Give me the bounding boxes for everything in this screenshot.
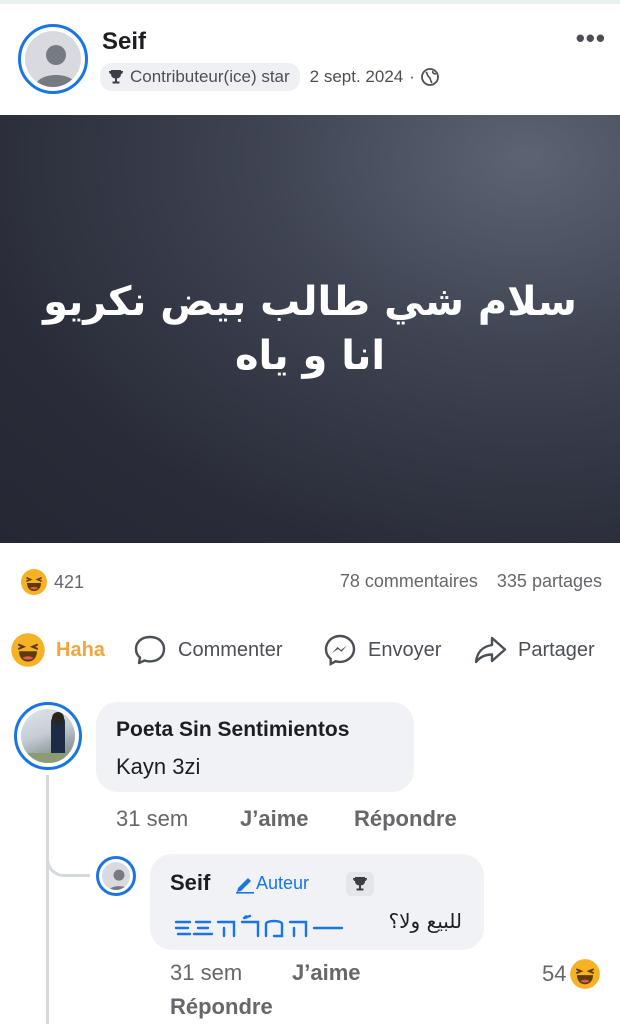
- commenter-avatar[interactable]: [14, 702, 82, 770]
- reply-reaction-count: 54: [542, 961, 567, 986]
- post-date[interactable]: 2 sept. 2024: [310, 67, 404, 87]
- haha-reaction-icon: [570, 959, 601, 989]
- author-avatar[interactable]: [18, 24, 88, 94]
- pencil-icon: [236, 877, 254, 894]
- globe-icon: [421, 68, 439, 86]
- share-arrow-icon: [472, 632, 508, 668]
- share-button[interactable]: Partager: [472, 628, 595, 672]
- comment-label: Commenter: [178, 638, 283, 661]
- haha-reaction-icon: [21, 569, 47, 595]
- reply-author-avatar[interactable]: [96, 856, 136, 896]
- commenter-name[interactable]: Poeta Sin Sentimientos: [116, 718, 349, 742]
- top-divider: [0, 0, 620, 4]
- haha-button[interactable]: Haha: [10, 628, 105, 672]
- send-button[interactable]: Envoyer: [322, 628, 441, 672]
- comments-count[interactable]: 78 commentaires: [340, 571, 478, 591]
- person-photo-icon: [21, 712, 75, 763]
- post-text-line-2: انا و ياه: [234, 333, 386, 379]
- shares-count[interactable]: 335 partages: [497, 571, 602, 591]
- haha-label: Haha: [56, 638, 105, 661]
- comment-bubble[interactable]: Poeta Sin Sentimientos Kayn 3zi: [96, 702, 414, 792]
- share-label: Partager: [518, 638, 595, 661]
- reply-like-button[interactable]: J’aime: [292, 960, 361, 986]
- trophy-icon: [108, 69, 124, 85]
- post-content-card[interactable]: سلام شي طالب بيض نكريو انا و ياه: [0, 115, 620, 543]
- engagement-counts: 78 commentaires 335 partages: [340, 571, 602, 592]
- post-text-line-1: سلام شي طالب بيض نكريو: [43, 279, 577, 325]
- post-meta: Contributeur(ice) star 2 sept. 2024 ·: [100, 63, 439, 91]
- contributor-badge[interactable]: Contributeur(ice) star: [100, 63, 300, 91]
- author-badge: Auteur: [234, 873, 309, 894]
- comment-time[interactable]: 31 sem: [116, 806, 188, 832]
- more-options-icon[interactable]: •••: [576, 25, 606, 51]
- comment-text: Kayn 3zi: [116, 754, 201, 779]
- thread-line: [46, 775, 49, 1024]
- reply-reaction-summary[interactable]: 54: [542, 958, 601, 990]
- default-avatar-icon: [35, 45, 77, 87]
- comment-reply-button[interactable]: Répondre: [354, 806, 457, 832]
- comment-reply-label: Répondre: [354, 806, 457, 831]
- badge-label: Contributeur(ice) star: [130, 67, 290, 86]
- author-name[interactable]: Seif: [102, 28, 146, 56]
- haha-icon: [10, 632, 46, 668]
- meta-separator: ·: [409, 67, 415, 86]
- author-badge-label: Auteur: [256, 873, 310, 893]
- comment-like-button[interactable]: J’aime: [240, 806, 309, 832]
- reply-time[interactable]: 31 sem: [170, 960, 242, 986]
- trophy-icon: [346, 872, 374, 896]
- comment-bubble-icon: [132, 632, 168, 668]
- reply-bubble[interactable]: Seif Auteur للبيع ولا؟: [150, 854, 484, 950]
- decorative-glyphs-icon: [174, 914, 344, 940]
- reaction-summary[interactable]: 421: [20, 568, 84, 596]
- reply-like-label: J’aime: [292, 960, 361, 985]
- reply-reply-button[interactable]: Répondre: [170, 994, 273, 1020]
- reaction-count: 421: [54, 571, 85, 592]
- reply-reply-label: Répondre: [170, 994, 273, 1019]
- post-actions: Haha Commenter Envoyer Partager: [0, 628, 620, 672]
- thread-connector: [46, 835, 90, 877]
- post-header: Seif Contributeur(ice) star 2 sept. 2024…: [0, 14, 620, 110]
- post-stats: 421 78 commentaires 335 partages: [0, 565, 620, 599]
- reply-text: للبيع ولا؟: [388, 909, 462, 933]
- comment-button[interactable]: Commenter: [132, 628, 282, 672]
- default-avatar-icon: [108, 869, 130, 890]
- reply-author-name[interactable]: Seif: [170, 870, 210, 896]
- send-label: Envoyer: [368, 638, 442, 661]
- comment-like-label: J’aime: [240, 806, 309, 831]
- messenger-icon: [322, 632, 358, 668]
